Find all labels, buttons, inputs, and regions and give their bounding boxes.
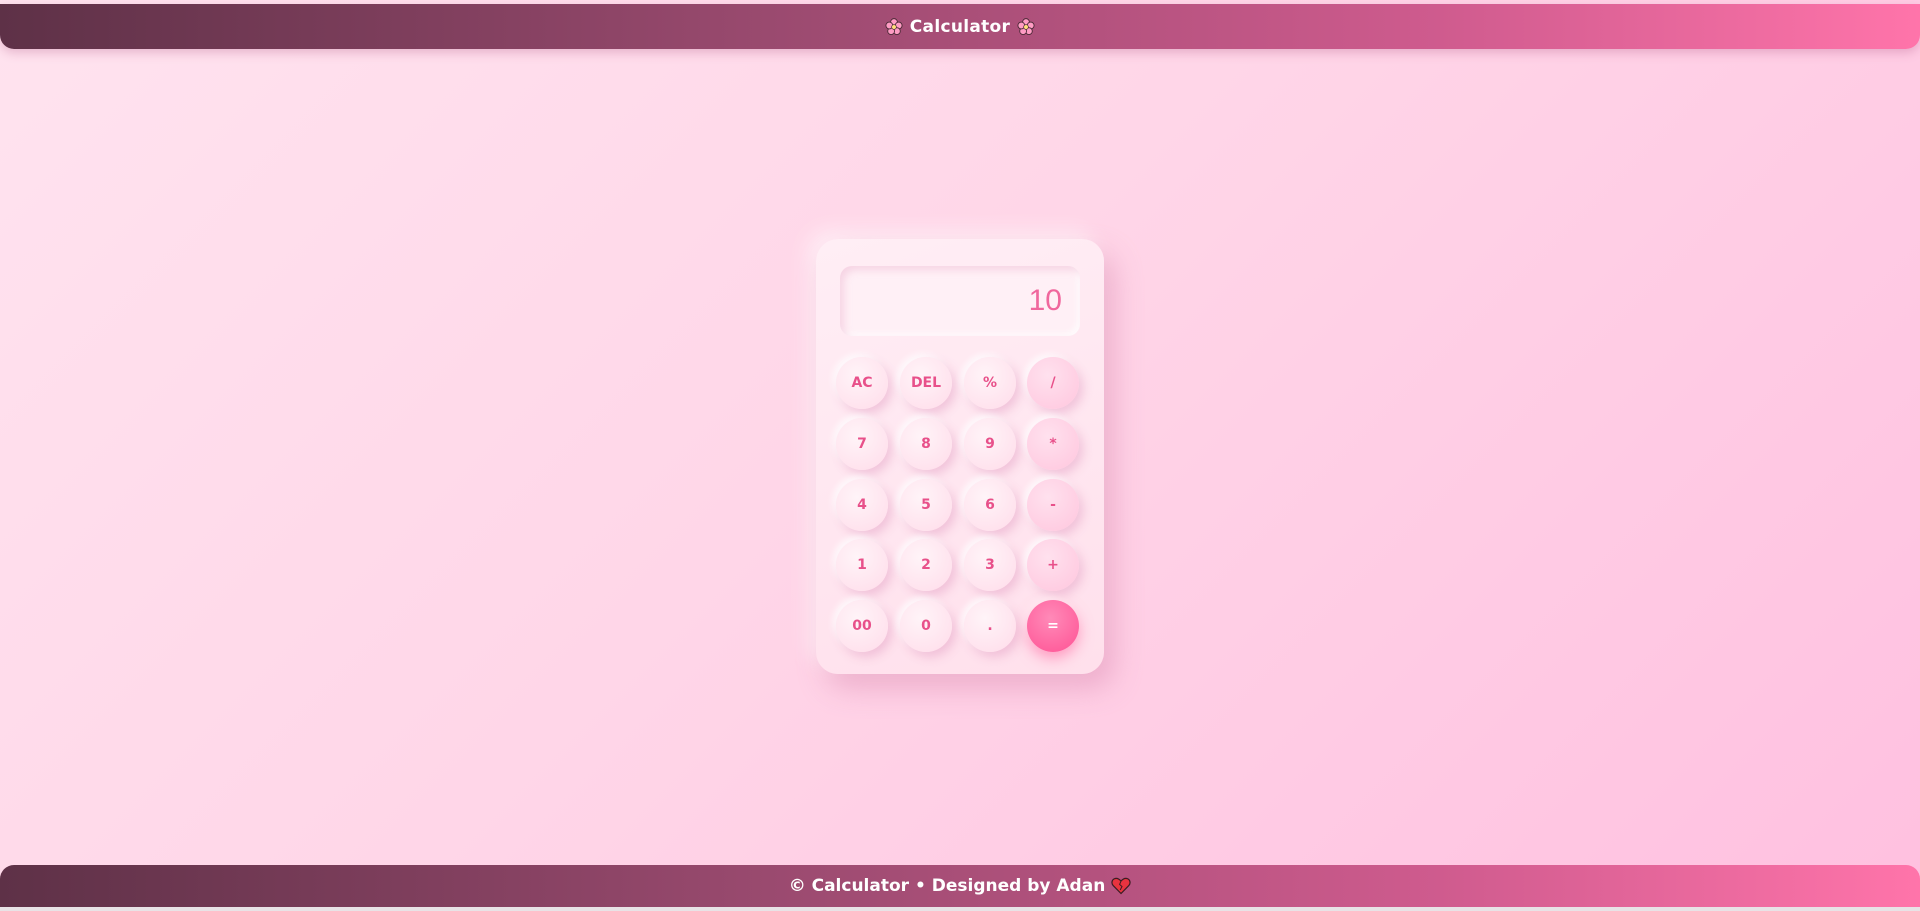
flower-icon <box>884 17 904 37</box>
all-clear-button[interactable]: AC <box>836 357 888 409</box>
digit-2-button[interactable]: 2 <box>900 539 952 591</box>
digit-8-button[interactable]: 8 <box>900 418 952 470</box>
equals-button[interactable]: = <box>1027 600 1079 652</box>
divide-button[interactable]: / <box>1027 357 1079 409</box>
delete-button[interactable]: DEL <box>900 357 952 409</box>
digit-1-button[interactable]: 1 <box>836 539 888 591</box>
calculator-display: 10 <box>840 266 1080 336</box>
digit-0-button[interactable]: 0 <box>900 600 952 652</box>
app-footer: © Calculator • Designed by Adan <box>0 865 1920 907</box>
calculator-panel: 10 AC DEL % / 7 8 9 * 4 5 6 - 1 2 3 + 00… <box>816 239 1104 674</box>
decimal-button[interactable]: . <box>964 600 1016 652</box>
percent-button[interactable]: % <box>964 357 1016 409</box>
digit-9-button[interactable]: 9 <box>964 418 1016 470</box>
add-button[interactable]: + <box>1027 539 1079 591</box>
footer-text: © Calculator • Designed by Adan <box>788 876 1106 896</box>
digit-7-button[interactable]: 7 <box>836 418 888 470</box>
display-value: 10 <box>1028 284 1062 317</box>
digit-5-button[interactable]: 5 <box>900 479 952 531</box>
digit-6-button[interactable]: 6 <box>964 479 1016 531</box>
heart-icon <box>1111 877 1131 895</box>
app-header: Calculator <box>0 4 1920 49</box>
bottom-strip <box>0 907 1920 911</box>
app-title: Calculator <box>909 16 1011 37</box>
double-zero-button[interactable]: 00 <box>836 600 888 652</box>
digit-4-button[interactable]: 4 <box>836 479 888 531</box>
digit-3-button[interactable]: 3 <box>964 539 1016 591</box>
multiply-button[interactable]: * <box>1027 418 1079 470</box>
subtract-button[interactable]: - <box>1027 479 1079 531</box>
flower-icon <box>1016 17 1036 37</box>
